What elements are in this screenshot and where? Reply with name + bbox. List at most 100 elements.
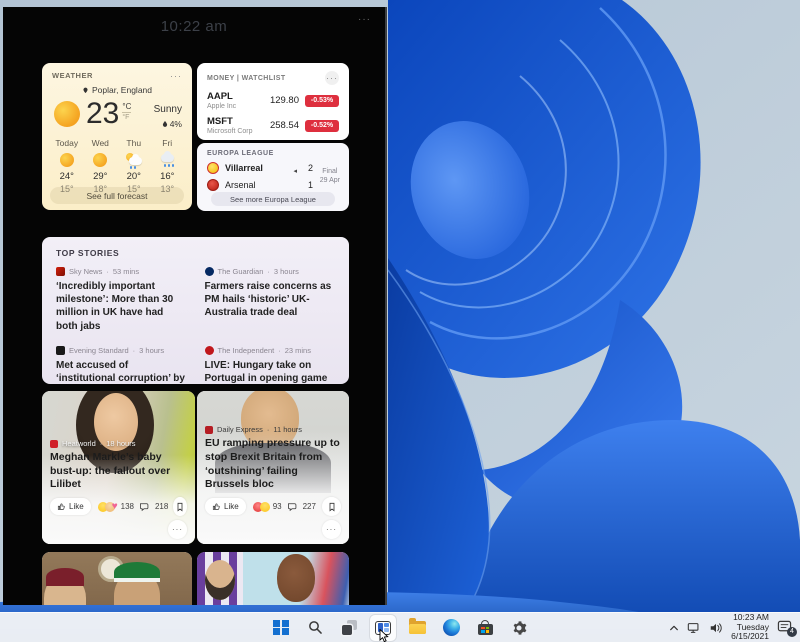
weather-widget[interactable]: WEATHER ··· Poplar, England 23 °C °F Sun… (42, 63, 192, 210)
comments-button[interactable]: 218 (139, 502, 168, 512)
save-button[interactable] (322, 497, 341, 516)
league-title: EUROPA LEAGUE (207, 150, 274, 157)
weather-menu-icon[interactable]: ··· (170, 73, 182, 79)
panel-clock: 10:22 am (3, 18, 385, 35)
tray-clock[interactable]: 10:23 AM Tuesday 6/15/2021 (731, 613, 769, 642)
sunny-icon (93, 153, 107, 167)
story-time: 23 mins (285, 346, 311, 355)
money-widget[interactable]: MONEY | WATCHLIST ··· AAPL Apple Inc 129… (197, 63, 349, 140)
tray-date: 6/15/2021 (731, 632, 769, 642)
edge-button[interactable] (438, 615, 464, 641)
see-full-forecast-button[interactable]: See full forecast (50, 187, 184, 204)
story-source: Evening Standard (69, 346, 129, 355)
system-tray: 10:23 AM Tuesday 6/15/2021 4 (669, 613, 795, 642)
like-button[interactable]: Like (50, 498, 91, 515)
arsenal-crest-icon (207, 179, 219, 191)
story-item[interactable]: The Guardian · 3 hours Farmers raise con… (205, 267, 336, 333)
thumbs-up-icon (57, 502, 66, 511)
store-bag-icon (478, 620, 493, 635)
story-headline[interactable]: ‘Incredibly important milestone’: More t… (56, 280, 187, 333)
save-button[interactable] (173, 497, 187, 516)
news-headline[interactable]: Meghan Markle’s baby bust-up: the fallou… (50, 451, 187, 492)
showers-icon (160, 153, 175, 167)
desktop: 10:22 am ··· WEATHER ··· Poplar, England… (0, 0, 800, 642)
reaction-emojis[interactable]: 93 (253, 502, 282, 512)
heatworld-logo-icon (50, 440, 58, 448)
news-source-row: Daily Express · 11 hours (205, 425, 341, 434)
file-explorer-button[interactable] (404, 615, 430, 641)
weather-location[interactable]: Poplar, England (42, 85, 192, 95)
story-time: 3 hours (139, 346, 164, 355)
story-headline[interactable]: LIVE: Hungary take on Portugal in openin… (205, 359, 336, 384)
news-card-eu[interactable]: Daily Express · 11 hours EU ramping pres… (197, 391, 349, 544)
forecast-high: 24° (50, 171, 84, 182)
money-menu-button[interactable]: ··· (325, 71, 339, 85)
forecast-day: Today (50, 138, 84, 148)
like-label: Like (224, 502, 239, 511)
news-card-cropped[interactable] (197, 552, 349, 605)
ellipsis-icon: ··· (326, 527, 337, 533)
card-more-button[interactable]: ··· (322, 520, 341, 539)
droplet-icon (162, 120, 168, 128)
story-headline[interactable]: Met accused of ‘institutional corruption… (56, 359, 187, 384)
current-temp: 23 (86, 97, 119, 131)
reaction-count: 138 (121, 502, 134, 511)
precip-label: 4% (170, 119, 182, 129)
ellipsis-icon: ··· (172, 527, 183, 533)
match-date: 29 Apr (320, 176, 340, 185)
condition-block: Sunny 4% (154, 99, 182, 129)
story-headline[interactable]: Farmers raise concerns as PM hails ‘hist… (205, 280, 336, 320)
news-photo (42, 552, 192, 605)
unit-celsius[interactable]: °C (122, 102, 131, 113)
start-button[interactable] (268, 615, 294, 641)
stock-symbol: MSFT (207, 116, 253, 127)
like-button[interactable]: Like (205, 498, 246, 515)
match-info: Final 29 Apr (320, 167, 340, 185)
stock-name: Apple Inc (207, 103, 236, 110)
chevron-up-icon (669, 624, 679, 632)
search-button[interactable] (302, 615, 328, 641)
settings-button[interactable] (506, 615, 532, 641)
story-time: 53 mins (113, 267, 139, 276)
volume-button[interactable] (709, 622, 723, 634)
stock-price: 129.80 (270, 95, 299, 106)
unit-toggle[interactable]: °C °F (122, 102, 131, 121)
news-card-cropped[interactable] (42, 552, 192, 605)
see-more-europa-button[interactable]: See more Europa League (211, 192, 335, 206)
folder-icon (409, 621, 426, 634)
stock-change-badge: -0.53% (305, 95, 339, 107)
story-item[interactable]: The Independent · 23 mins LIVE: Hungary … (205, 346, 336, 384)
like-label: Like (69, 502, 84, 511)
europa-league-widget[interactable]: EUROPA LEAGUE Villarreal 2 Arsenal 1 ◂ F… (197, 143, 349, 211)
independent-logo-icon (205, 346, 214, 355)
away-score: 1 (308, 180, 313, 190)
task-view-button[interactable] (336, 615, 362, 641)
home-team: Villarreal (225, 163, 263, 173)
card-more-button[interactable]: ··· (168, 520, 187, 539)
network-button[interactable] (687, 622, 701, 634)
reaction-emojis[interactable]: ♥ 138 (98, 502, 134, 512)
store-button[interactable] (472, 615, 498, 641)
stock-change-badge: -0.52% (305, 120, 339, 132)
widgets-button[interactable] (370, 615, 396, 641)
stock-row[interactable]: AAPL Apple Inc 129.80 -0.53% (197, 91, 349, 110)
home-score: 2 (308, 163, 313, 173)
panel-menu-icon[interactable]: ··· (358, 14, 371, 25)
windows-logo-icon (273, 620, 289, 636)
comments-button[interactable]: 227 (287, 502, 316, 512)
stock-row[interactable]: MSFT Microsoft Corp 258.54 -0.52% (197, 116, 349, 135)
thumbs-up-icon (212, 502, 221, 511)
bookmark-icon (328, 502, 336, 512)
news-card-meghan[interactable]: Heatworld · 18 hours Meghan Markle’s bab… (42, 391, 195, 544)
forecast-high: 16° (151, 171, 185, 182)
story-item[interactable]: Evening Standard · 3 hours Met accused o… (56, 346, 187, 384)
tray-overflow-button[interactable] (669, 624, 679, 632)
story-item[interactable]: Sky News · 53 mins ‘Incredibly important… (56, 267, 187, 333)
stock-name: Microsoft Corp (207, 128, 253, 135)
unit-fahrenheit[interactable]: °F (122, 113, 131, 121)
forecast-day: Thu (117, 138, 151, 148)
news-headline[interactable]: EU ramping pressure up to stop Brexit Br… (205, 437, 341, 492)
notification-center-button[interactable]: 4 (777, 620, 795, 636)
laugh-emoji-icon (260, 502, 270, 512)
stock-price: 258.54 (270, 120, 299, 131)
